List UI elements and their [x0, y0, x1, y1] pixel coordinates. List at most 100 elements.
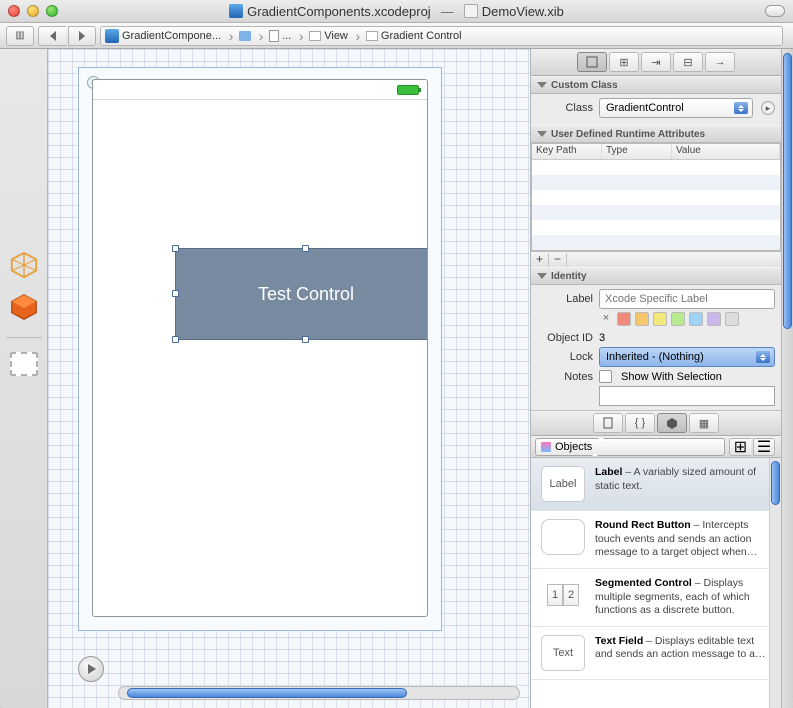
titlebar-pill-button[interactable] [765, 5, 785, 17]
library-item-button[interactable]: Round Rect Button – Intercepts touch eve… [531, 511, 781, 569]
user-attrs-table[interactable]: Key Path Type Value [531, 143, 781, 251]
identity-header[interactable]: Identity [531, 267, 781, 285]
scrollbar-thumb[interactable] [783, 53, 792, 329]
sidebar-divider [6, 337, 42, 338]
window-title: GradientComponents.xcodeproj — DemoView.… [0, 0, 793, 23]
remove-attr-button[interactable]: − [549, 253, 567, 267]
class-label: Class [537, 102, 593, 114]
first-responder-icon[interactable] [8, 291, 40, 323]
selected-control[interactable]: Test Control [175, 248, 428, 340]
dock-sidebar [0, 49, 48, 708]
file-template-library-tab[interactable] [593, 413, 623, 433]
media-library-tab[interactable]: ▦ [689, 413, 719, 433]
color-swatch[interactable] [653, 312, 667, 326]
project-icon [105, 29, 119, 43]
object-id-label: Object ID [537, 332, 593, 344]
close-window-button[interactable] [8, 5, 20, 17]
col-keypath[interactable]: Key Path [532, 144, 602, 159]
show-with-selection-checkbox[interactable] [599, 370, 612, 383]
notes-label: Notes [537, 371, 593, 383]
library-item-textfield[interactable]: Text Text Field – Displays editable text… [531, 627, 781, 680]
item-thumb: Text [541, 635, 585, 671]
inspector-panel: ⊞ ⇥ ⊟ → Custom Class Class GradientContr… [531, 49, 793, 708]
library-item-segmented[interactable]: 12 Segmented Control – Displays multiple… [531, 569, 781, 627]
identity-inspector-tab[interactable] [577, 52, 607, 72]
breadcrumb[interactable]: GradientCompone... › › ... › View › Grad… [100, 26, 783, 46]
col-type[interactable]: Type [602, 144, 672, 159]
list-view-button[interactable]: ☰ [753, 438, 775, 456]
back-button[interactable] [38, 26, 66, 46]
notes-field[interactable] [599, 386, 775, 406]
class-combobox[interactable]: GradientControl [599, 98, 753, 118]
inspector-scrollbar[interactable] [781, 49, 793, 708]
zoom-window-button[interactable] [46, 5, 58, 17]
col-value[interactable]: Value [672, 144, 780, 159]
color-swatch[interactable] [635, 312, 649, 326]
window-controls [8, 5, 58, 17]
attrs-rows[interactable] [532, 160, 780, 250]
title-separator: — [441, 4, 454, 19]
identity-label-field[interactable] [599, 289, 775, 309]
library-tabs: { } ▦ [531, 410, 781, 436]
folder-icon [239, 31, 251, 41]
resize-handle-s[interactable] [302, 336, 309, 343]
item-thumb: 12 [541, 577, 585, 613]
add-attr-button[interactable]: + [531, 253, 549, 267]
resize-handle-n[interactable] [302, 245, 309, 252]
control-label: Test Control [258, 284, 354, 305]
user-attrs-header[interactable]: User Defined Runtime Attributes [531, 125, 781, 143]
color-swatch[interactable] [725, 312, 739, 326]
placeholder-object-icon[interactable] [8, 249, 40, 281]
library-item-label[interactable]: Label Label – A variably sized amount of… [531, 458, 781, 511]
object-id-value: 3 [599, 332, 605, 344]
crumb-file: ... [282, 30, 291, 42]
resize-handle-nw[interactable] [172, 245, 179, 252]
minimize-window-button[interactable] [27, 5, 39, 17]
item-text: Label – A variably sized amount of stati… [595, 466, 771, 493]
color-swatch[interactable] [689, 312, 703, 326]
jump-to-class-button[interactable]: ▸ [761, 101, 775, 115]
file-icon [269, 30, 279, 42]
library-filter-bar: Objects ⊞ ☰ [531, 436, 781, 458]
combobox-stepper-icon[interactable] [734, 102, 748, 114]
item-thumb: Label [541, 466, 585, 502]
library-view-toggle: ⊞ ☰ [729, 438, 777, 456]
color-swatch[interactable] [707, 312, 721, 326]
history-buttons [38, 26, 98, 46]
crumb-sep: › [354, 26, 362, 46]
color-swatch[interactable] [671, 312, 685, 326]
scrollbar-thumb[interactable] [127, 688, 407, 698]
scrollbar-thumb[interactable] [771, 461, 780, 505]
device-view[interactable]: Test Control [92, 79, 428, 617]
canvas-hscrollbar[interactable] [118, 686, 520, 700]
lock-popup[interactable]: Inherited - (Nothing) [599, 347, 775, 367]
canvas[interactable]: × Test Control [48, 49, 531, 708]
clear-color-button[interactable]: × [599, 312, 613, 326]
notes-checkbox-label: Show With Selection [621, 371, 722, 383]
connections-inspector-tab[interactable]: → [705, 52, 735, 72]
related-items-button[interactable]: ▥ [6, 26, 34, 46]
custom-class-header[interactable]: Custom Class [531, 76, 781, 94]
simulate-button[interactable] [78, 656, 104, 682]
item-thumb [541, 519, 585, 555]
crumb-sep: › [227, 26, 235, 46]
resize-handle-sw[interactable] [172, 336, 179, 343]
library-filter-popup[interactable]: Objects [535, 438, 725, 456]
library-list[interactable]: Label Label – A variably sized amount of… [531, 458, 781, 708]
size-inspector-tab[interactable]: ⊟ [673, 52, 703, 72]
status-bar [93, 80, 427, 100]
battery-icon [397, 85, 419, 95]
library-scrollbar[interactable] [769, 458, 781, 708]
object-library-tab[interactable] [657, 413, 687, 433]
forward-button[interactable] [68, 26, 96, 46]
quickhelp-inspector-tab[interactable]: ⊞ [609, 52, 639, 72]
grid-view-button[interactable]: ⊞ [729, 438, 751, 456]
attributes-inspector-tab[interactable]: ⇥ [641, 52, 671, 72]
resize-handle-w[interactable] [172, 290, 179, 297]
code-snippet-library-tab[interactable]: { } [625, 413, 655, 433]
xcode-window: GradientComponents.xcodeproj — DemoView.… [0, 0, 793, 708]
view-object-icon[interactable] [10, 352, 38, 376]
project-icon [229, 4, 243, 18]
color-swatch[interactable] [617, 312, 631, 326]
item-text: Segmented Control – Displays multiple se… [595, 577, 771, 618]
